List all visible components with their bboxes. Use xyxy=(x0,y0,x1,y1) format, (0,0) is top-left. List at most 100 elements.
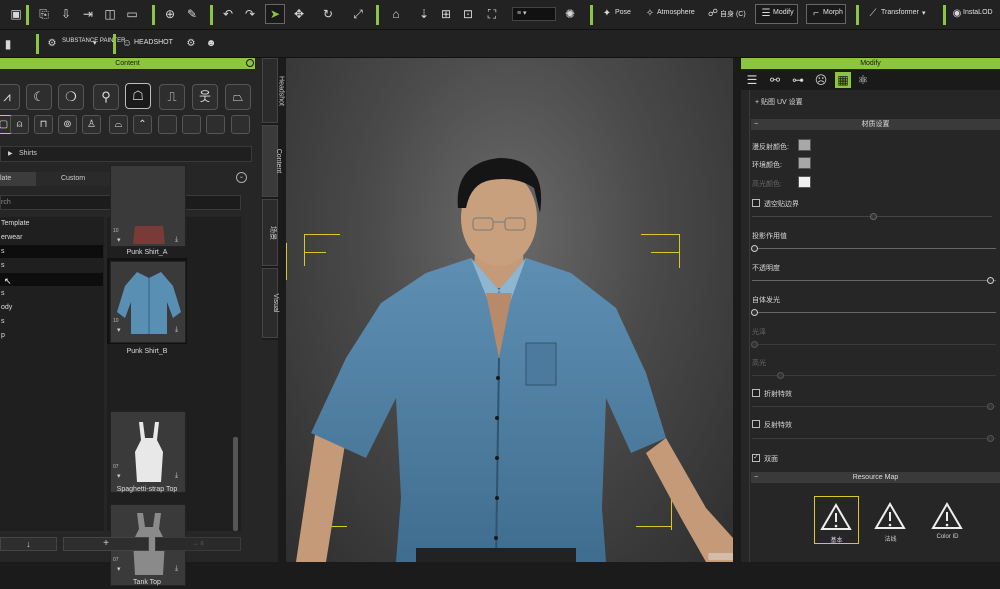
save-icon[interactable]: ▣ xyxy=(8,6,24,22)
sub-icon-6[interactable]: ⌓ xyxy=(109,115,128,134)
select-tool-button[interactable]: ➤ xyxy=(265,4,285,24)
refraction-checkbox[interactable] xyxy=(752,389,760,397)
gear-icon[interactable]: ⚙ xyxy=(183,36,199,52)
thumbnail-punk-shirt-a[interactable]: 10 ▾ ⤓ xyxy=(110,165,186,247)
tree-item[interactable]: s xyxy=(0,287,103,300)
material-settings-header[interactable]: − 材质设置 xyxy=(751,119,1000,130)
light-icon[interactable]: ✺ xyxy=(562,6,578,22)
move-icon[interactable]: ✥ xyxy=(291,6,307,22)
category-hair-icon[interactable]: ⩘ xyxy=(0,84,20,110)
rotate-icon[interactable]: ↻ xyxy=(320,6,336,22)
category-head-icon[interactable]: ☾ xyxy=(26,84,52,110)
category-cloth-icon[interactable]: ❍ xyxy=(58,84,84,110)
material-checker-icon[interactable]: ▦ xyxy=(835,72,851,88)
slider-knob[interactable] xyxy=(777,372,784,379)
category-scene-icon[interactable]: ⏢ xyxy=(225,84,251,110)
uv-settings-toggle[interactable]: + 贴图 UV 设置 xyxy=(755,97,803,107)
sub-icon-7[interactable]: ⌃ xyxy=(133,115,152,134)
category-body-icon[interactable]: 웃 xyxy=(192,84,218,110)
ambient-color-swatch[interactable] xyxy=(798,157,811,169)
sub-icon-11[interactable] xyxy=(231,115,250,134)
instalod-button[interactable]: InstaLOD xyxy=(963,9,993,16)
slider-knob[interactable] xyxy=(751,309,758,316)
diffuse-color-swatch[interactable] xyxy=(798,139,811,151)
tab-headshot[interactable]: Headshot xyxy=(262,58,284,123)
slider-knob[interactable] xyxy=(751,341,758,348)
thumbnail-punk-shirt-b[interactable]: 10 ▾ ⤓ xyxy=(110,261,186,343)
redo-icon[interactable]: ↷ xyxy=(242,6,258,22)
tab-custom[interactable]: Custom xyxy=(36,172,110,186)
reflection-checkbox[interactable] xyxy=(752,420,760,428)
edge-opacity-checkbox[interactable] xyxy=(752,199,760,207)
scale-icon[interactable]: ⤢ xyxy=(350,6,366,22)
two-side-checkbox[interactable]: ✓ xyxy=(752,454,760,462)
bodyreal-button[interactable]: 自身 (C) xyxy=(720,9,746,19)
import-icon[interactable]: ⎘ xyxy=(36,6,52,22)
specular-color-swatch[interactable] xyxy=(798,176,811,188)
apply-button[interactable]: ↓ xyxy=(0,537,57,551)
head-icon[interactable]: ☻ xyxy=(203,36,219,52)
thumbnail-scrollbar[interactable] xyxy=(233,437,238,531)
sub-icon-3[interactable]: ⊓ xyxy=(34,115,53,134)
view-dropdown[interactable]: ≡ ▾ xyxy=(512,7,556,21)
pose-button[interactable]: Pose xyxy=(615,9,631,16)
breadcrumb[interactable]: ▶ Shirts xyxy=(0,146,252,162)
close-icon[interactable] xyxy=(246,59,254,67)
3d-viewport[interactable]: 上海遥知 xyxy=(286,58,733,562)
thumbnail-spaghetti-strap-top[interactable]: 07 ▾ ⤓ xyxy=(110,411,186,493)
tree-item[interactable]: erwear xyxy=(0,231,103,244)
slider-knob[interactable] xyxy=(987,403,994,410)
tree-item-selected[interactable] xyxy=(0,273,103,286)
category-pants-icon[interactable]: ⎍ xyxy=(159,84,185,110)
zoom-icon[interactable]: ⊕ xyxy=(162,6,178,22)
sub-icon-8[interactable] xyxy=(158,115,177,134)
chevron-down-icon[interactable]: ⌄ xyxy=(236,172,247,183)
category-accessory-icon[interactable]: ⚲ xyxy=(93,84,119,110)
reflection-slider[interactable] xyxy=(752,438,996,439)
tab-content[interactable]: Content xyxy=(262,125,282,197)
slider-knob[interactable] xyxy=(870,213,877,220)
attributes-icon[interactable]: ☰ xyxy=(744,72,760,88)
slider-knob[interactable] xyxy=(987,435,994,442)
resource-map-header[interactable]: − Resource Map xyxy=(751,472,1000,483)
headshot-button[interactable]: HEADSHOT xyxy=(134,39,173,46)
motion-icon[interactable]: ⚯ xyxy=(767,72,783,88)
slider-knob[interactable] xyxy=(987,277,994,284)
tree-item[interactable]: s xyxy=(0,245,103,258)
tab-scene[interactable]: 场景 xyxy=(262,199,278,266)
resource-map-diffuse[interactable]: 基本 xyxy=(814,496,859,544)
shadow-slider[interactable] xyxy=(752,248,996,249)
frame-icon[interactable]: ⊡ xyxy=(460,6,476,22)
transformer-button[interactable]: Transformer xyxy=(881,9,919,16)
send-icon[interactable]: ⇥ xyxy=(80,6,96,22)
grid-icon[interactable]: ⛶ xyxy=(484,6,500,22)
resource-map-normal[interactable]: 法线 xyxy=(869,496,914,544)
face-icon[interactable]: ☹ xyxy=(813,72,829,88)
character-model[interactable] xyxy=(286,58,733,562)
tree-item[interactable]: ody xyxy=(0,301,103,314)
tree-item[interactable]: Template xyxy=(0,217,103,230)
slider-knob[interactable] xyxy=(751,245,758,252)
physics-icon[interactable]: ⚛ xyxy=(855,72,871,88)
video-icon[interactable]: ▭ xyxy=(124,6,140,22)
layout-icon[interactable]: ▮ xyxy=(0,36,16,52)
sub-icon-9[interactable] xyxy=(182,115,201,134)
atmosphere-button[interactable]: Atmosphere xyxy=(657,9,695,16)
sub-icon-4[interactable]: ⊚ xyxy=(58,115,77,134)
camera-down-icon[interactable]: ⇣ xyxy=(416,6,432,22)
specular-slider[interactable] xyxy=(752,375,996,376)
pose-tool-icon[interactable]: ✎ xyxy=(184,6,200,22)
tree-item[interactable]: s xyxy=(0,259,103,272)
sub-icon-10[interactable] xyxy=(206,115,225,134)
morph-slider-icon[interactable]: ⊶ xyxy=(790,72,806,88)
render-icon[interactable]: ◫ xyxy=(102,6,118,22)
opacity-slider[interactable] xyxy=(752,280,996,281)
fit-icon[interactable]: ⊞ xyxy=(438,6,454,22)
home-icon[interactable]: ⌂ xyxy=(388,6,404,22)
self-illumination-slider[interactable] xyxy=(752,312,996,313)
export-icon[interactable]: ⇩ xyxy=(58,6,74,22)
tab-visual[interactable]: Visual xyxy=(262,268,279,338)
sub-icon-2[interactable]: ⍝ xyxy=(10,115,29,134)
category-shirt-icon[interactable]: ☖ xyxy=(125,83,151,109)
refraction-slider[interactable] xyxy=(752,406,996,407)
